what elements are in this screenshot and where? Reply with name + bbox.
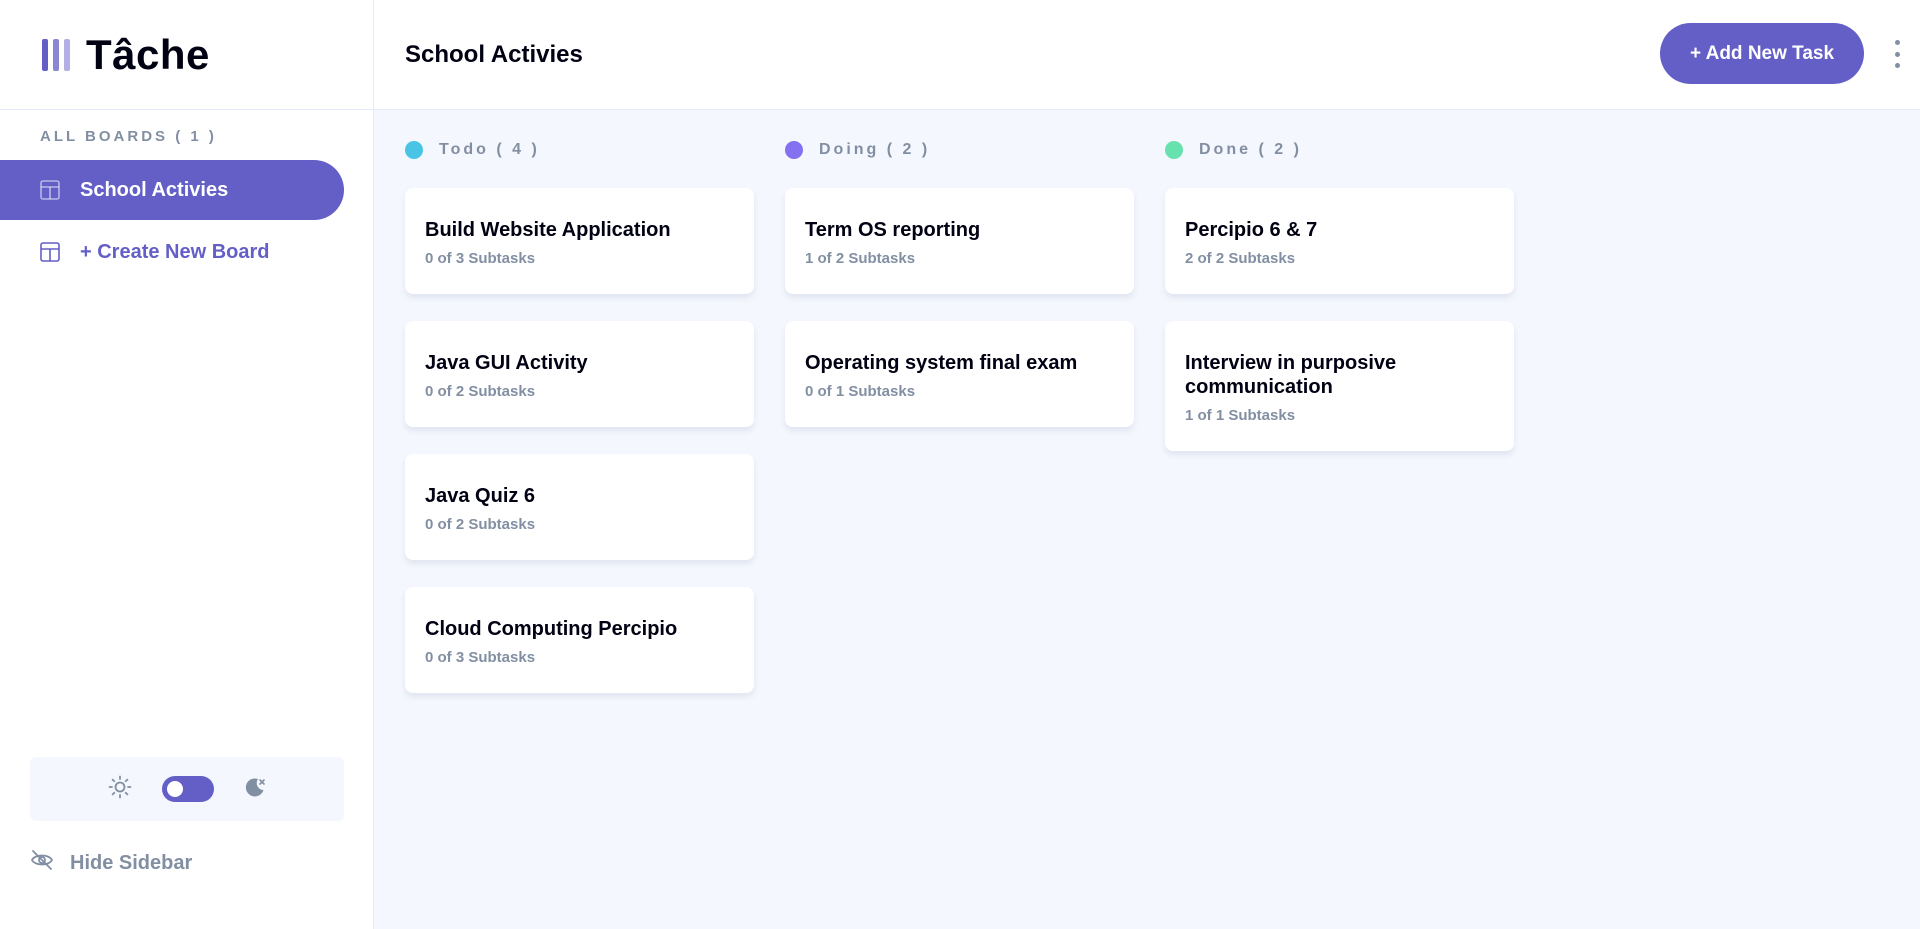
column-header: Doing ( 2 ) — [785, 138, 1135, 162]
task-title: Term OS reporting — [805, 219, 981, 241]
task-subtask-count: 2 of 2 Subtasks — [1185, 250, 1296, 267]
sidebar-item-label: School Activies — [80, 178, 229, 201]
task-title: Cloud Computing Percipio — [425, 618, 678, 640]
column-title: Todo ( 4 ) — [439, 141, 540, 158]
page-title: School Activies — [405, 40, 583, 68]
logo-icon — [42, 38, 70, 71]
task-card[interactable]: Interview in purposive communication 1 of… — [1165, 321, 1514, 451]
board-column: Todo ( 4 ) Build Website Application 0 of … — [405, 138, 755, 720]
column-header: Todo ( 4 ) — [405, 138, 755, 162]
theme-toggle[interactable] — [162, 776, 214, 802]
task-card[interactable]: Term OS reporting 1 of 2 Subtasks — [785, 188, 1134, 294]
task-card[interactable]: Cloud Computing Percipio 0 of 3 Subtasks — [405, 587, 754, 693]
task-subtask-count: 1 of 1 Subtasks — [1185, 407, 1296, 424]
main-area: School Activies + Add New Task Todo ( 4 … — [374, 0, 1920, 929]
board-icon — [40, 242, 60, 262]
sun-icon — [108, 775, 132, 804]
task-subtask-count: 1 of 2 Subtasks — [805, 250, 916, 267]
create-new-board-label: + Create New Board — [80, 240, 270, 263]
task-title: Build Website Application — [425, 219, 671, 241]
task-subtask-count: 0 of 2 Subtasks — [425, 516, 536, 533]
sidebar-item-school-activies[interactable]: School Activies — [0, 160, 344, 220]
column-title: Doing ( 2 ) — [819, 141, 931, 158]
task-title: Interview in purposive communication — [1185, 352, 1397, 398]
hide-sidebar-button[interactable]: Hide Sidebar — [30, 846, 192, 880]
task-title: Operating system final exam — [805, 352, 1078, 374]
board-list: School Activies + Create New Board — [0, 160, 373, 282]
board-icon — [40, 180, 60, 200]
task-card[interactable]: Build Website Application 0 of 3 Subtasks — [405, 188, 754, 294]
header: School Activies + Add New Task — [374, 0, 1920, 110]
column-title: Done ( 2 ) — [1199, 141, 1302, 158]
task-subtask-count: 0 of 3 Subtasks — [425, 649, 536, 666]
column-header: Done ( 2 ) — [1165, 138, 1515, 162]
board-column: Done ( 2 ) Percipio 6 & 7 2 of 2 Subtasks I… — [1165, 138, 1515, 720]
column-color-dot — [405, 141, 423, 159]
create-new-board-button[interactable]: + Create New Board — [0, 222, 344, 282]
task-card[interactable]: Java Quiz 6 0 of 2 Subtasks — [405, 454, 754, 560]
task-card[interactable]: Java GUI Activity 0 of 2 Subtasks — [405, 321, 754, 427]
board-column: Doing ( 2 ) Term OS reporting 1 of 2 Subta… — [785, 138, 1135, 720]
all-boards-heading: ALL BOARDS ( 1 ) — [40, 128, 217, 145]
task-title: Java GUI Activity — [425, 352, 588, 374]
toggle-knob — [167, 781, 183, 797]
task-card[interactable]: Percipio 6 & 7 2 of 2 Subtasks — [1165, 188, 1514, 294]
vertical-ellipsis-icon[interactable] — [1892, 40, 1902, 68]
task-subtask-count: 0 of 2 Subtasks — [425, 383, 536, 400]
app-root: Tâche ALL BOARDS ( 1 ) School Activies +… — [0, 0, 1920, 929]
task-subtask-count: 0 of 3 Subtasks — [425, 250, 536, 267]
task-title: Java Quiz 6 — [425, 485, 536, 507]
sidebar: Tâche ALL BOARDS ( 1 ) School Activies +… — [0, 0, 374, 929]
task-title: Percipio 6 & 7 — [1185, 219, 1318, 241]
moon-icon — [244, 776, 266, 803]
eye-slash-icon — [30, 849, 54, 877]
theme-switcher — [30, 757, 344, 821]
add-new-task-button[interactable]: + Add New Task — [1660, 23, 1864, 84]
board-columns: Todo ( 4 ) Build Website Application 0 of … — [374, 110, 1920, 720]
hide-sidebar-label: Hide Sidebar — [70, 851, 193, 874]
column-color-dot — [785, 141, 803, 159]
logo-text: Tâche — [86, 30, 210, 78]
logo: Tâche — [0, 0, 373, 110]
column-color-dot — [1165, 141, 1183, 159]
task-card[interactable]: Operating system final exam 0 of 1 Subtas… — [785, 321, 1134, 427]
task-subtask-count: 0 of 1 Subtasks — [805, 383, 916, 400]
